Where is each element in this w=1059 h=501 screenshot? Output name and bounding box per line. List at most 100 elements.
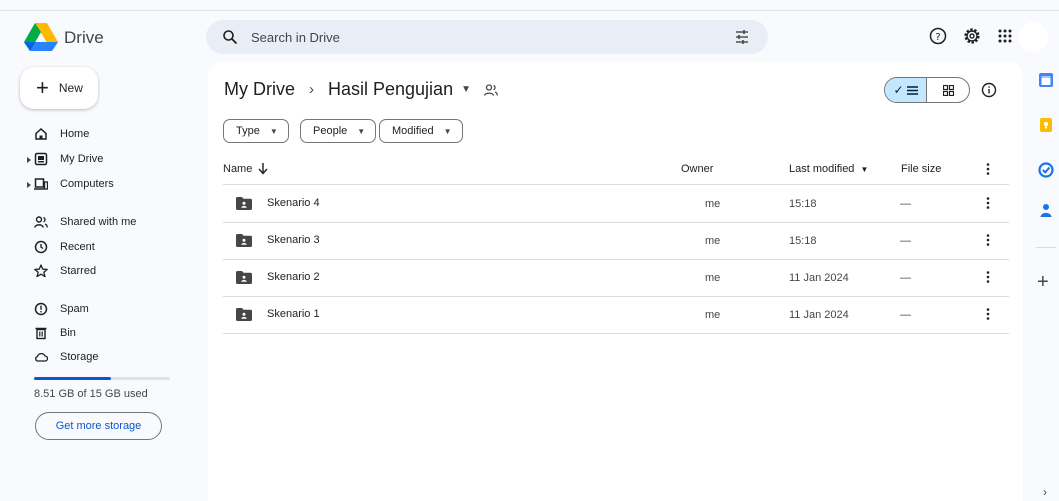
people-icon <box>34 216 48 228</box>
file-name[interactable]: Skenario 2 <box>267 271 320 283</box>
file-name[interactable]: Skenario 3 <box>267 234 320 246</box>
breadcrumb-my-drive[interactable]: My Drive <box>224 79 295 100</box>
file-size: — <box>900 235 911 247</box>
column-header-owner[interactable]: Owner <box>681 163 713 175</box>
keep-icon[interactable] <box>1038 117 1054 133</box>
list-icon <box>906 85 918 95</box>
table-row[interactable]: Skenario 2 me 11 Jan 2024 — <box>223 259 1009 296</box>
filter-chip-label: Type <box>236 125 260 137</box>
sidebar-item-label: Home <box>60 128 90 140</box>
help-icon[interactable]: ? <box>929 27 947 45</box>
shared-folder-icon <box>483 83 498 96</box>
grid-icon <box>942 84 954 96</box>
sidebar-item-computers[interactable]: Computers <box>34 174 114 194</box>
app-name[interactable]: Drive <box>64 28 104 48</box>
list-view-button[interactable]: ✓ <box>885 78 928 102</box>
calendar-icon[interactable] <box>1038 72 1054 88</box>
file-last-modified: 15:18 <box>789 198 817 210</box>
file-name[interactable]: Skenario 4 <box>267 197 320 209</box>
filter-chip-modified[interactable]: Modified ▼ <box>379 119 463 143</box>
column-header-label: Last modified <box>789 163 855 175</box>
expand-caret-icon[interactable] <box>26 182 32 188</box>
breadcrumb: My Drive › Hasil Pengujian ▼ <box>224 79 499 100</box>
dropdown-arrow-icon[interactable]: ▼ <box>461 84 471 95</box>
sidebar-item-spam[interactable]: Spam <box>34 299 89 319</box>
shared-folder-icon <box>236 197 252 210</box>
search-input[interactable]: Search in Drive <box>251 30 340 45</box>
sidebar-item-home[interactable]: Home <box>34 124 89 144</box>
more-options-icon[interactable] <box>983 270 993 284</box>
breadcrumb-current-folder[interactable]: Hasil Pengujian <box>328 79 453 100</box>
shared-folder-icon <box>236 271 252 284</box>
filter-chip-label: People <box>313 125 348 137</box>
clock-icon <box>34 240 48 254</box>
top-divider <box>0 10 1059 11</box>
sidebar-item-starred[interactable]: Starred <box>34 261 96 281</box>
file-size: — <box>900 272 911 284</box>
chevron-right-icon: › <box>309 81 314 98</box>
column-header-last-modified[interactable]: Last modified ▼ <box>789 163 868 175</box>
table-row[interactable]: Skenario 1 me 11 Jan 2024 — <box>223 296 1009 333</box>
search-icon[interactable] <box>222 29 238 45</box>
sidebar-item-my-drive[interactable]: My Drive <box>34 149 103 169</box>
file-owner: me <box>705 235 721 247</box>
search-bar[interactable]: Search in Drive <box>206 20 768 54</box>
search-options-icon[interactable] <box>734 29 750 45</box>
sidebar-item-recent[interactable]: Recent <box>34 237 95 257</box>
tasks-icon[interactable] <box>1038 162 1054 178</box>
dropdown-arrow-icon: ▼ <box>860 165 869 174</box>
account-avatar[interactable] <box>1018 22 1048 52</box>
file-last-modified: 11 Jan 2024 <box>789 309 849 321</box>
column-header-file-size[interactable]: File size <box>901 163 941 175</box>
file-owner: me <box>705 198 721 210</box>
sidebar-item-shared-with-me[interactable]: Shared with me <box>34 212 136 232</box>
dropdown-arrow-icon: ▼ <box>443 126 452 136</box>
more-options-icon[interactable] <box>983 196 993 210</box>
dropdown-arrow-icon: ▼ <box>357 126 366 136</box>
table-row[interactable]: Skenario 4 me 15:18 — <box>223 185 1009 222</box>
file-owner: me <box>705 309 721 321</box>
file-size: — <box>900 309 911 321</box>
sidebar-item-bin[interactable]: Bin <box>34 323 76 343</box>
sidebar-item-label: Starred <box>60 265 97 277</box>
sort-arrow-down-icon[interactable] <box>258 163 268 175</box>
filter-chip-type[interactable]: Type ▼ <box>223 119 289 143</box>
filter-chip-people[interactable]: People ▼ <box>300 119 377 143</box>
column-header-name[interactable]: Name <box>223 163 252 175</box>
svg-text:?: ? <box>935 32 940 43</box>
sidebar-item-label: My Drive <box>60 153 104 165</box>
storage-usage-text: 8.51 GB of 15 GB used <box>34 388 148 400</box>
apps-grid-icon[interactable] <box>996 27 1014 45</box>
file-last-modified: 15:18 <box>789 235 817 247</box>
get-more-storage-button[interactable]: Get more storage <box>35 412 162 440</box>
settings-gear-icon[interactable] <box>963 27 981 45</box>
new-button[interactable]: + New <box>20 67 98 109</box>
sidebar-item-storage[interactable]: Storage <box>34 347 99 367</box>
storage-usage-fill <box>34 377 112 380</box>
filter-chip-label: Modified <box>392 125 434 137</box>
star-icon <box>34 264 48 278</box>
shared-folder-icon <box>236 308 252 321</box>
divider <box>223 333 1009 334</box>
file-size: — <box>900 198 911 210</box>
more-options-icon[interactable] <box>983 162 993 176</box>
more-options-icon[interactable] <box>983 307 993 321</box>
expand-caret-icon[interactable] <box>26 157 32 163</box>
sidebar-item-label: Bin <box>60 327 76 339</box>
chevron-right-icon[interactable]: › <box>1043 485 1047 499</box>
grid-view-button[interactable] <box>927 78 969 102</box>
file-owner: me <box>705 272 721 284</box>
contacts-icon[interactable] <box>1038 202 1054 218</box>
dropdown-arrow-icon: ▼ <box>269 126 278 136</box>
sidebar-item-label: Storage <box>60 351 99 363</box>
table-row[interactable]: Skenario 3 me 15:18 — <box>223 222 1009 259</box>
more-options-icon[interactable] <box>983 233 993 247</box>
trash-icon <box>35 327 47 340</box>
storage-usage-bar <box>34 377 170 380</box>
file-name[interactable]: Skenario 1 <box>267 308 320 320</box>
info-icon[interactable] <box>980 81 998 99</box>
rail-divider <box>1036 247 1056 248</box>
shared-folder-icon <box>236 234 252 247</box>
drive-logo-icon[interactable] <box>24 22 58 52</box>
add-addon-icon[interactable]: + <box>1037 272 1049 292</box>
